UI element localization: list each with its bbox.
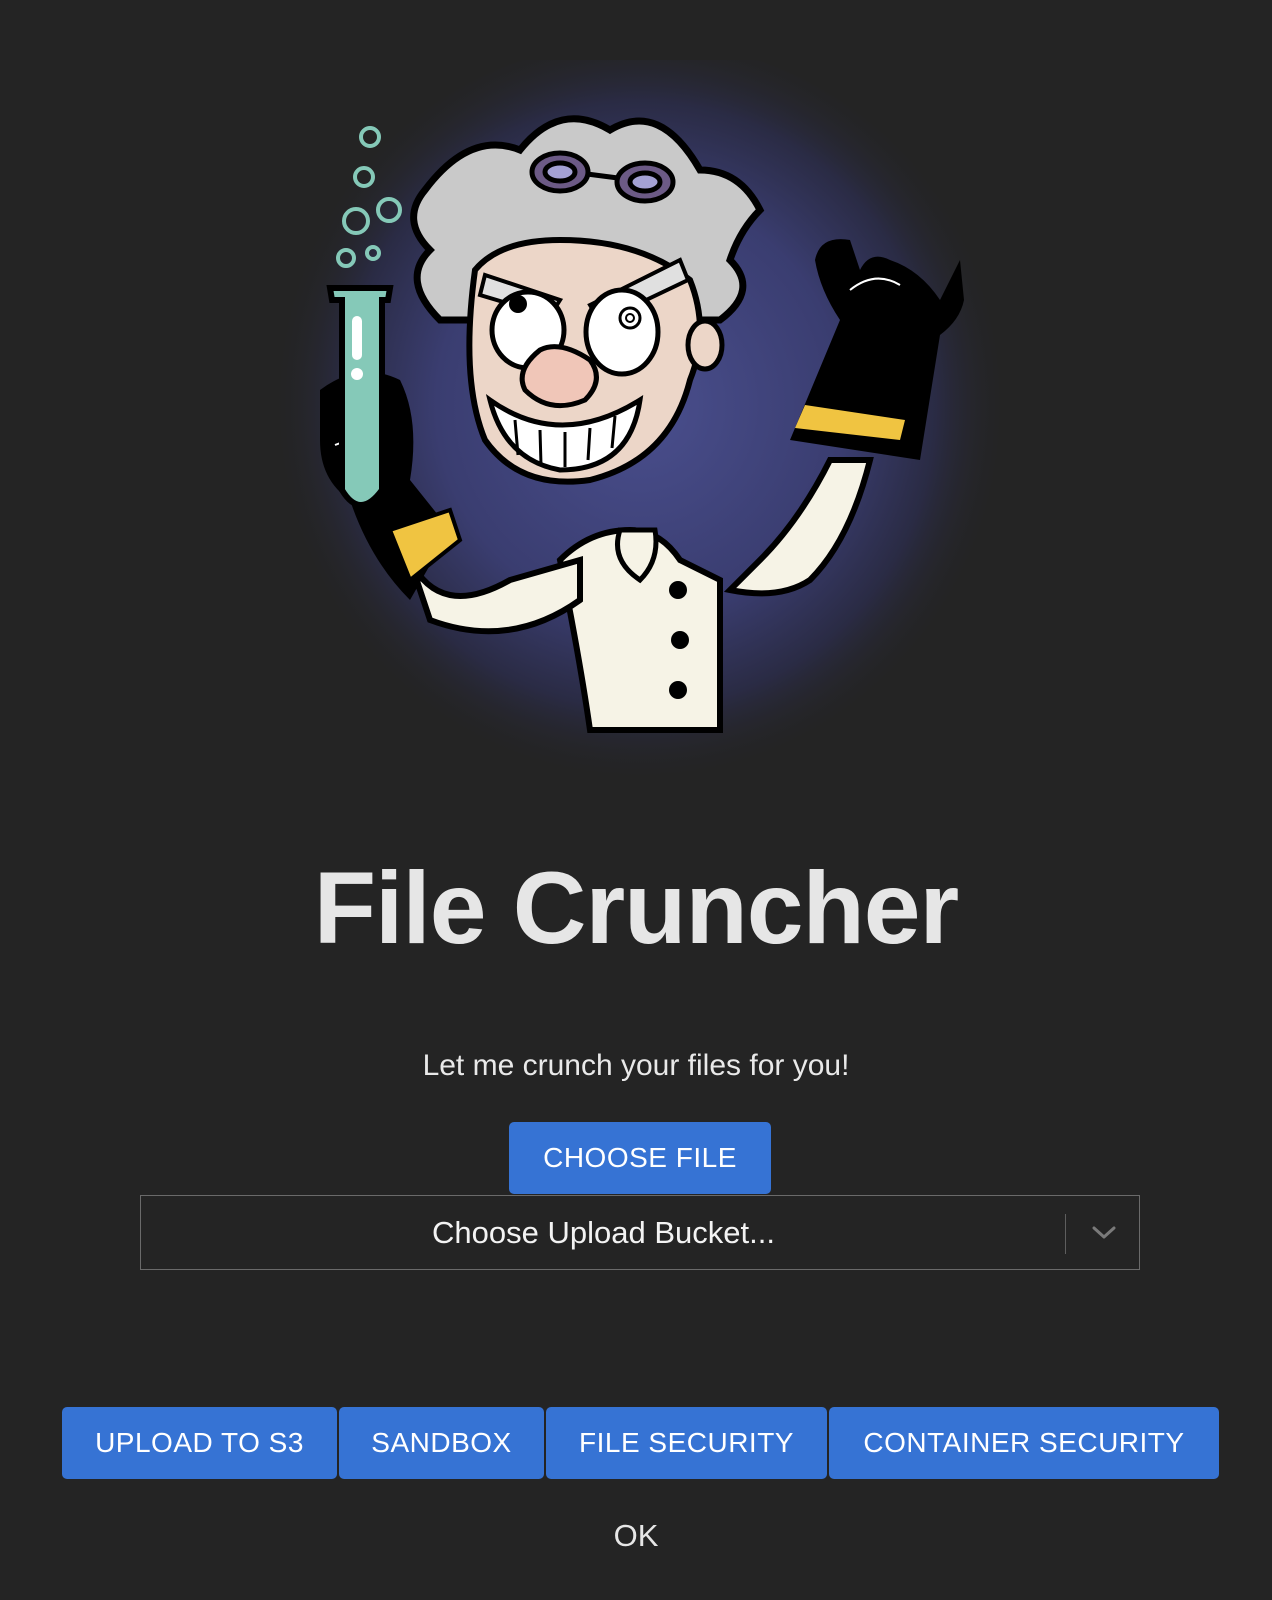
choose-file-button[interactable]: CHOOSE FILE [509,1122,771,1194]
upload-bucket-select[interactable]: Choose Upload Bucket... [140,1195,1140,1270]
file-security-button[interactable]: FILE SECURITY [546,1407,827,1479]
sandbox-button[interactable]: SANDBOX [339,1407,544,1479]
container-security-button[interactable]: CONTAINER SECURITY [829,1407,1219,1479]
chevron-down-icon[interactable] [1069,1196,1139,1269]
app-page: File Cruncher Let me crunch your files f… [0,0,1272,1600]
app-tagline: Let me crunch your files for you! [422,1049,850,1082]
app-title: File Cruncher [313,851,959,965]
upload-to-s3-button[interactable]: UPLOAD TO S3 [62,1407,337,1479]
upload-bucket-placeholder: Choose Upload Bucket... [432,1214,775,1250]
select-divider [1065,1214,1066,1254]
status-text: OK [613,1518,659,1553]
mad-scientist-illustration [260,60,1020,820]
